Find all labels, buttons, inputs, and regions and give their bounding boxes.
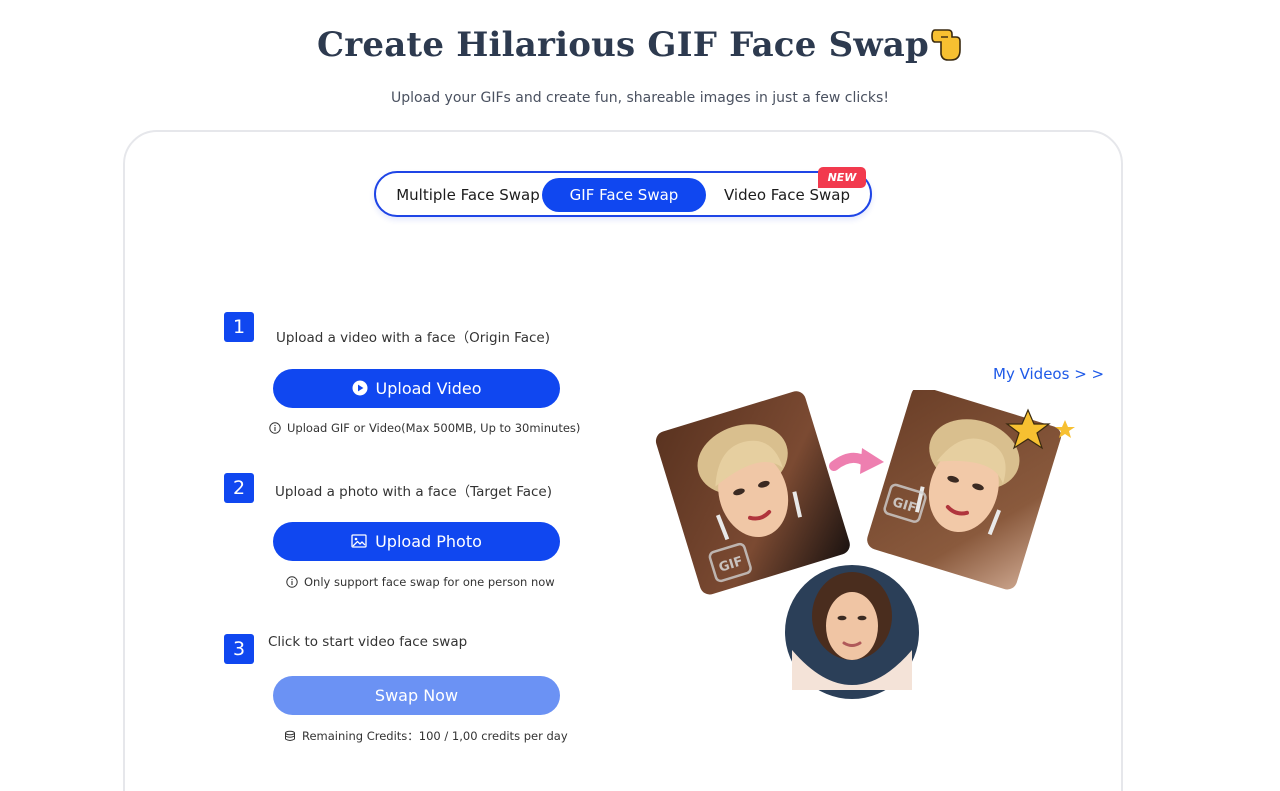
info-icon (269, 422, 281, 434)
image-icon (351, 534, 367, 548)
remaining-credits-text: Remaining Credits：100 / 1,00 credits per… (302, 729, 568, 743)
origin-gif-card: GIF (655, 391, 850, 595)
result-gif-card: GIF (867, 390, 1062, 590)
step-3-text: Click to start video face swap (268, 634, 468, 650)
page-title-text: Create Hilarious GIF Face Swap (316, 25, 930, 65)
mode-tabs: Multiple Face Swap GIF Face Swap Video F… (374, 171, 872, 217)
info-icon (286, 576, 298, 588)
swap-now-button[interactable]: Swap Now (273, 676, 560, 715)
upload-photo-hint-text: Only support face swap for one person no… (304, 575, 555, 589)
upload-photo-hint: Only support face swap for one person no… (286, 575, 555, 589)
step-1-number: 1 (224, 312, 254, 342)
upload-video-hint-text: Upload GIF or Video(Max 500MB, Up to 30m… (287, 421, 581, 435)
step-2-number: 2 (224, 473, 254, 503)
tab-multiple-face-swap[interactable]: Multiple Face Swap (388, 178, 548, 212)
page-title: Create Hilarious GIF Face Swap (0, 24, 1280, 65)
page-subtitle: Upload your GIFs and create fun, shareab… (391, 90, 889, 106)
remaining-credits: Remaining Credits：100 / 1,00 credits per… (284, 728, 568, 744)
my-videos-link[interactable]: My Videos > > (993, 365, 1104, 383)
step-1-text: Upload a video with a face（Origin Face) (276, 330, 550, 346)
target-face-photo (785, 565, 919, 699)
upload-photo-label: Upload Photo (375, 532, 482, 551)
play-circle-icon (352, 380, 367, 396)
upload-video-label: Upload Video (375, 379, 482, 398)
face-swap-illustration: GIF GIF (655, 390, 1075, 699)
upload-video-button[interactable]: Upload Video (273, 369, 560, 408)
upload-photo-button[interactable]: Upload Photo (273, 522, 560, 561)
step-3-number: 3 (224, 634, 254, 664)
upload-video-hint: Upload GIF or Video(Max 500MB, Up to 30m… (269, 421, 580, 435)
tab-gif-face-swap[interactable]: GIF Face Swap (542, 178, 706, 212)
hand-pointing-icon (931, 29, 961, 61)
step-2-text: Upload a photo with a face（Target Face) (275, 484, 552, 500)
new-badge: NEW (818, 167, 866, 188)
coins-icon (285, 730, 295, 741)
